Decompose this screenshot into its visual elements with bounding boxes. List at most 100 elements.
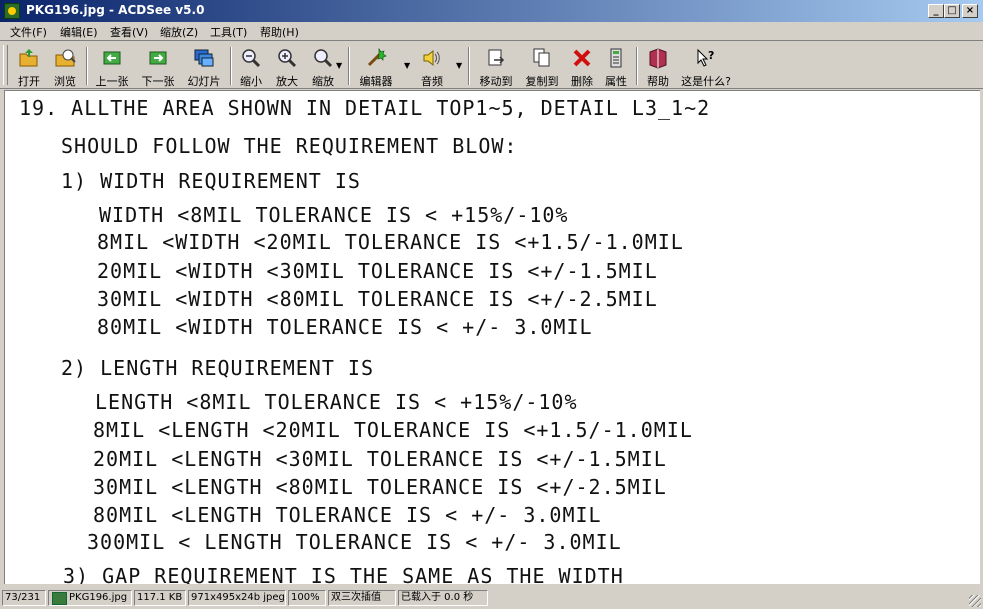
help-button[interactable]: 帮助 xyxy=(642,45,674,88)
doc-line: 80MIL <WIDTH TOLERANCE IS < +/- 3.0MIL xyxy=(97,315,593,339)
status-resample: 双三次插值 xyxy=(328,590,396,606)
toolbar-separator xyxy=(468,47,470,85)
title-bar[interactable]: PKG196.jpg - ACDSee v5.0 _ □ × xyxy=(0,0,983,22)
image-viewer[interactable]: 19. ALLTHE AREA SHOWN IN DETAIL TOP1~5, … xyxy=(4,90,980,584)
properties-label: 属性 xyxy=(605,75,627,88)
resize-grip[interactable] xyxy=(969,595,981,607)
status-index: 73/231 xyxy=(2,590,46,606)
doc-line: 30MIL <LENGTH <80MIL TOLERANCE IS <+/-2.… xyxy=(93,475,667,499)
doc-line: LENGTH <8MIL TOLERANCE IS < +15%/-10% xyxy=(95,390,578,414)
open-folder-icon xyxy=(19,49,38,67)
whats-this-icon: ? xyxy=(697,48,714,67)
svg-text:?: ? xyxy=(708,49,714,62)
doc-line: 300MIL < LENGTH TOLERANCE IS < +/- 3.0MI… xyxy=(87,530,622,554)
browse-icon xyxy=(55,49,76,67)
doc-line: 20MIL <WIDTH <30MIL TOLERANCE IS <+/-1.5… xyxy=(97,259,658,283)
zoom-out-label: 缩小 xyxy=(240,75,262,88)
slideshow-button[interactable]: 幻灯片 xyxy=(182,45,226,88)
open-button[interactable]: 打开 xyxy=(12,45,46,88)
arrow-right-icon xyxy=(149,51,167,65)
acdsee-app-icon[interactable] xyxy=(4,3,20,19)
menu-help[interactable]: 帮助(H) xyxy=(260,24,299,40)
zoom-icon xyxy=(314,49,333,68)
status-load-time: 已载入于 0.0 秒 xyxy=(398,590,488,606)
audio-button[interactable]: 音频 xyxy=(414,45,450,88)
copy-to-button[interactable]: 复制到 xyxy=(520,45,564,88)
status-filename: PKG196.jpg xyxy=(69,592,128,603)
doc-line: 80MIL <LENGTH TOLERANCE IS < +/- 3.0MIL xyxy=(93,503,602,527)
window-title: PKG196.jpg - ACDSee v5.0 xyxy=(26,3,205,17)
menu-tools[interactable]: 工具(T) xyxy=(210,24,247,40)
menu-edit[interactable]: 编辑(E) xyxy=(60,24,98,40)
browse-label: 浏览 xyxy=(54,75,76,88)
doc-line: WIDTH <8MIL TOLERANCE IS < +15%/-10% xyxy=(99,203,569,227)
doc-line: 20MIL <LENGTH <30MIL TOLERANCE IS <+/-1.… xyxy=(93,447,667,471)
doc-line: 8MIL <LENGTH <20MIL TOLERANCE IS <+1.5/-… xyxy=(93,418,693,442)
delete-label: 删除 xyxy=(571,75,593,88)
whats-this-button[interactable]: ? 这是什么? xyxy=(676,45,736,88)
doc-line: 1) WIDTH REQUIREMENT IS xyxy=(61,169,361,193)
toolbar: 打开 浏览 上一张 下一张 幻灯片 缩小 放大 缩放 ▼ 编辑器 ▼ 音频 ▼ xyxy=(0,41,983,89)
slideshow-label: 幻灯片 xyxy=(187,75,221,88)
delete-button[interactable]: 删除 xyxy=(566,45,598,88)
move-to-button[interactable]: 移动到 xyxy=(474,45,518,88)
move-to-label: 移动到 xyxy=(479,75,513,88)
doc-line: SHOULD FOLLOW THE REQUIREMENT BLOW: xyxy=(61,134,518,158)
properties-icon xyxy=(610,48,622,68)
open-label: 打开 xyxy=(18,75,40,88)
audio-label: 音频 xyxy=(421,75,443,88)
doc-line: 19. ALLTHE AREA SHOWN IN DETAIL TOP1~5, … xyxy=(19,96,711,120)
editor-button[interactable]: 编辑器 xyxy=(354,45,398,88)
zoom-in-icon xyxy=(278,49,297,68)
audio-dropdown-arrow-icon[interactable]: ▼ xyxy=(456,61,462,70)
zoom-button[interactable]: 缩放 xyxy=(306,45,340,88)
status-zoom: 100% xyxy=(288,590,326,606)
status-filesize: 117.1 KB xyxy=(134,590,186,606)
doc-line: 30MIL <WIDTH <80MIL TOLERANCE IS <+/-2.5… xyxy=(97,287,658,311)
status-filename-panel: PKG196.jpg xyxy=(48,590,132,606)
toolbar-grip[interactable] xyxy=(3,45,8,85)
zoom-label: 缩放 xyxy=(312,75,334,88)
toolbar-separator xyxy=(230,47,232,85)
whats-this-label: 这是什么? xyxy=(681,75,731,88)
jpeg-file-icon xyxy=(52,592,67,605)
minimize-button[interactable]: _ xyxy=(928,4,944,18)
editor-wand-icon xyxy=(367,47,387,67)
previous-image-button[interactable]: 上一张 xyxy=(90,45,134,88)
help-book-icon xyxy=(649,48,667,69)
toolbar-separator xyxy=(636,47,638,85)
maximize-button[interactable]: □ xyxy=(944,4,960,18)
next-image-button[interactable]: 下一张 xyxy=(136,45,180,88)
move-to-icon xyxy=(488,49,505,66)
menu-file[interactable]: 文件(F) xyxy=(10,24,47,40)
copy-to-icon xyxy=(533,48,550,67)
doc-line: 8MIL <WIDTH <20MIL TOLERANCE IS <+1.5/-1… xyxy=(97,230,684,254)
menu-bar: 文件(F) 编辑(E) 查看(V) 缩放(Z) 工具(T) 帮助(H) xyxy=(0,22,983,41)
slideshow-icon xyxy=(194,49,214,67)
close-button[interactable]: × xyxy=(962,4,978,18)
menu-zoom[interactable]: 缩放(Z) xyxy=(160,24,198,40)
editor-label: 编辑器 xyxy=(359,75,393,88)
properties-button[interactable]: 属性 xyxy=(600,45,632,88)
zoom-dropdown-arrow-icon[interactable]: ▼ xyxy=(336,61,342,70)
doc-line: 3) GAP REQUIREMENT IS THE SAME AS THE WI… xyxy=(63,564,624,584)
doc-line: 2) LENGTH REQUIREMENT IS xyxy=(61,356,374,380)
toolbar-separator xyxy=(86,47,88,85)
editor-dropdown-arrow-icon[interactable]: ▼ xyxy=(404,61,410,70)
delete-x-icon xyxy=(573,49,591,67)
zoom-in-label: 放大 xyxy=(276,75,298,88)
help-label: 帮助 xyxy=(647,75,669,88)
zoom-out-icon xyxy=(242,49,261,68)
previous-label: 上一张 xyxy=(95,75,129,88)
status-bar: 73/231 PKG196.jpg 117.1 KB 971x495x24b j… xyxy=(0,588,983,609)
zoom-out-button[interactable]: 缩小 xyxy=(234,45,268,88)
browse-button[interactable]: 浏览 xyxy=(48,45,82,88)
next-label: 下一张 xyxy=(141,75,175,88)
toolbar-separator xyxy=(348,47,350,85)
status-dimensions: 971x495x24b jpeg xyxy=(188,590,286,606)
arrow-left-icon xyxy=(103,51,121,65)
zoom-in-button[interactable]: 放大 xyxy=(270,45,304,88)
menu-view[interactable]: 查看(V) xyxy=(110,24,148,40)
speaker-icon xyxy=(423,49,440,67)
copy-to-label: 复制到 xyxy=(525,75,559,88)
